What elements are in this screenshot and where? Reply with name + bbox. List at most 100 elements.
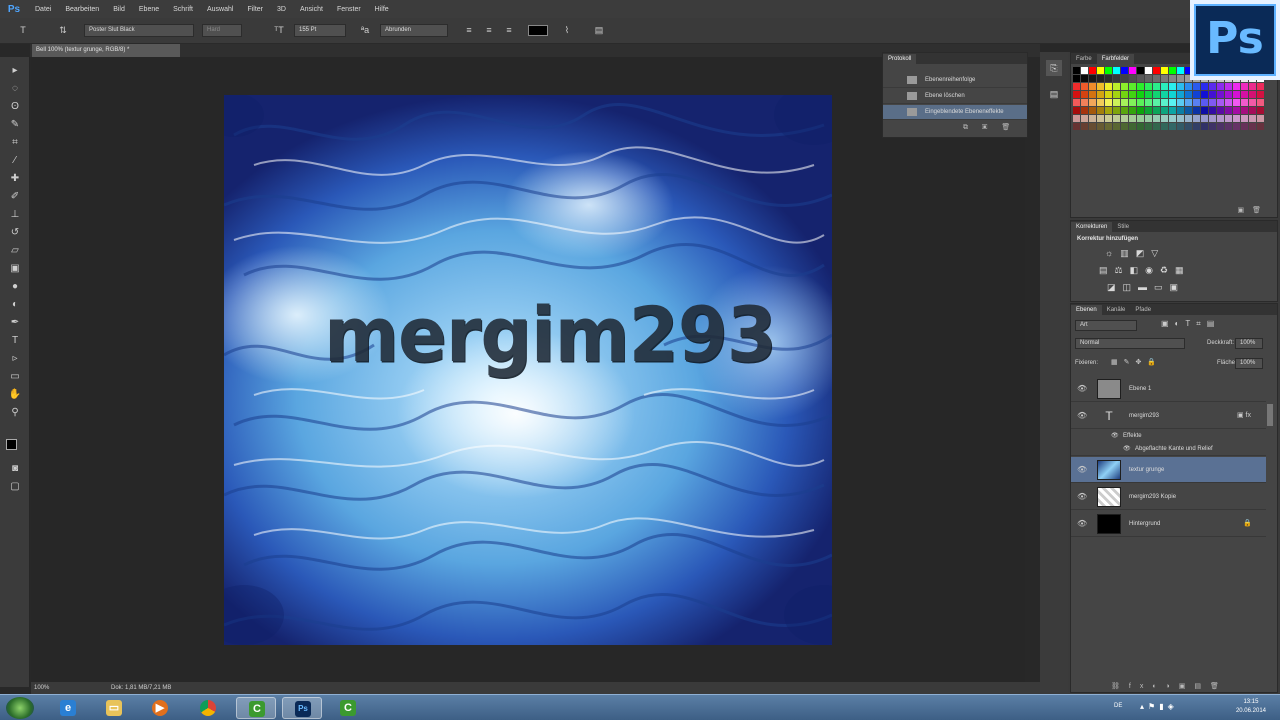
color-swatch[interactable]	[1169, 75, 1176, 82]
color-swatch[interactable]	[1249, 115, 1256, 122]
color-swatch[interactable]	[1121, 91, 1128, 98]
color-swatch[interactable]	[1233, 107, 1240, 114]
language-indicator[interactable]: DE	[1114, 703, 1122, 709]
crop-tool-icon[interactable]: ⌗	[6, 135, 24, 150]
history-panel-icon[interactable]: ⎘	[1046, 60, 1062, 76]
tab-paths[interactable]: Pfade	[1130, 305, 1156, 315]
taskbar-explorer[interactable]: ▭	[94, 697, 134, 719]
color-swatch[interactable]	[1193, 91, 1200, 98]
fill-input[interactable]: 100%	[1235, 358, 1263, 369]
color-swatch[interactable]	[1185, 91, 1192, 98]
swatch-actions[interactable]: ▣🗑	[1237, 206, 1269, 214]
color-swatch[interactable]	[1097, 107, 1104, 114]
color-swatch[interactable]	[1257, 99, 1264, 106]
color-swatch[interactable]	[1129, 91, 1136, 98]
color-swatch[interactable]	[1241, 99, 1248, 106]
align-center-icon[interactable]: ≡	[482, 24, 496, 37]
tab-channels[interactable]: Kanäle	[1102, 305, 1131, 315]
color-swatch[interactable]	[1241, 115, 1248, 122]
color-swatch[interactable]	[1209, 83, 1216, 90]
color-swatch[interactable]	[1121, 107, 1128, 114]
menu-hilfe[interactable]: Hilfe	[368, 6, 396, 13]
color-swatch[interactable]	[1193, 83, 1200, 90]
color-swatch[interactable]	[1105, 91, 1112, 98]
align-left-icon[interactable]: ≡	[462, 24, 476, 37]
color-swatch[interactable]	[1145, 99, 1152, 106]
marquee-tool-icon[interactable]: ◌	[6, 81, 24, 96]
tab-swatches[interactable]: Farbfelder	[1096, 54, 1135, 64]
color-swatch[interactable]	[1161, 107, 1168, 114]
color-swatch[interactable]	[1073, 91, 1080, 98]
color-swatch[interactable]	[1177, 91, 1184, 98]
menu-schrift[interactable]: Schrift	[166, 6, 200, 13]
color-swatch[interactable]	[1129, 67, 1136, 74]
menu-bearbeiten[interactable]: Bearbeiten	[58, 6, 106, 13]
color-swatch[interactable]	[1105, 123, 1112, 130]
color-swatch[interactable]	[1169, 115, 1176, 122]
color-swatch[interactable]	[1113, 115, 1120, 122]
menu-fenster[interactable]: Fenster	[330, 6, 368, 13]
align-right-icon[interactable]: ≡	[502, 24, 516, 37]
rectangle-tool-icon[interactable]: ▭	[6, 369, 24, 384]
color-swatch[interactable]	[1137, 75, 1144, 82]
color-swatch[interactable]	[1177, 115, 1184, 122]
color-swatch[interactable]	[1105, 67, 1112, 74]
color-swatch[interactable]	[1097, 99, 1104, 106]
color-swatch[interactable]	[1153, 67, 1160, 74]
color-swatch[interactable]	[1121, 75, 1128, 82]
quick-mask-icon[interactable]: ◙	[6, 461, 24, 476]
color-swatch[interactable]	[1153, 83, 1160, 90]
color-swatch[interactable]	[1177, 83, 1184, 90]
color-swatch[interactable]	[1161, 123, 1168, 130]
color-swatch[interactable]	[1169, 123, 1176, 130]
document-info[interactable]: Dok: 1,81 MB/7,21 MB	[111, 682, 171, 694]
layer-row-selected[interactable]: 👁 textur grunge	[1071, 457, 1266, 483]
color-swatch[interactable]	[1105, 83, 1112, 90]
color-swatch[interactable]	[1209, 123, 1216, 130]
color-swatch[interactable]	[1233, 123, 1240, 130]
fx-icon[interactable]: ▣ fx	[1237, 403, 1251, 429]
layer-row[interactable]: 👁 Ebene 1	[1071, 376, 1266, 402]
color-swatch[interactable]	[1193, 123, 1200, 130]
color-swatch[interactable]	[1081, 83, 1088, 90]
color-swatch[interactable]	[1081, 123, 1088, 130]
tray-icons[interactable]: ▴⚑▮◈	[1140, 702, 1178, 711]
color-swatch[interactable]	[1225, 99, 1232, 106]
color-swatch[interactable]	[1185, 115, 1192, 122]
warp-text-icon[interactable]: ⌇	[560, 24, 574, 37]
zoom-level[interactable]: 100%	[34, 682, 49, 694]
color-swatch[interactable]	[1233, 99, 1240, 106]
color-swatch[interactable]	[1097, 67, 1104, 74]
tab-adjustments[interactable]: Korrekturen	[1071, 222, 1113, 232]
layer-effects-row[interactable]: 👁 Effekte	[1071, 430, 1266, 443]
menu-3d[interactable]: 3D	[270, 6, 293, 13]
color-swatch[interactable]	[1193, 99, 1200, 106]
color-swatch[interactable]	[1145, 107, 1152, 114]
pen-tool-icon[interactable]: ✒	[6, 315, 24, 330]
history-brush-tool-icon[interactable]: ↺	[6, 225, 24, 240]
color-swatch[interactable]	[1121, 115, 1128, 122]
color-swatch[interactable]	[1185, 107, 1192, 114]
blend-mode-select[interactable]: Normal	[1075, 338, 1185, 349]
color-swatch[interactable]	[1073, 99, 1080, 106]
menu-auswahl[interactable]: Auswahl	[200, 6, 240, 13]
color-swatch[interactable]	[1217, 123, 1224, 130]
color-swatch[interactable]	[1257, 83, 1264, 90]
color-swatch[interactable]	[1201, 91, 1208, 98]
color-swatch[interactable]	[1097, 123, 1104, 130]
color-swatch[interactable]	[1153, 115, 1160, 122]
color-swatch[interactable]	[1177, 123, 1184, 130]
color-swatch[interactable]	[1249, 107, 1256, 114]
color-swatch[interactable]	[1105, 75, 1112, 82]
color-swatch[interactable]	[1145, 83, 1152, 90]
color-swatch[interactable]	[1169, 99, 1176, 106]
screen-mode-icon[interactable]: ▢	[6, 479, 24, 494]
photoshop-logo[interactable]: Ps	[0, 0, 28, 18]
color-swatch[interactable]	[1113, 83, 1120, 90]
lock-icons[interactable]: ▦✎✥🔒	[1111, 358, 1162, 366]
color-swatch[interactable]	[1225, 91, 1232, 98]
color-swatch[interactable]	[1249, 91, 1256, 98]
menu-bild[interactable]: Bild	[106, 6, 132, 13]
color-swatch[interactable]	[1105, 107, 1112, 114]
color-swatch[interactable]	[1097, 83, 1104, 90]
